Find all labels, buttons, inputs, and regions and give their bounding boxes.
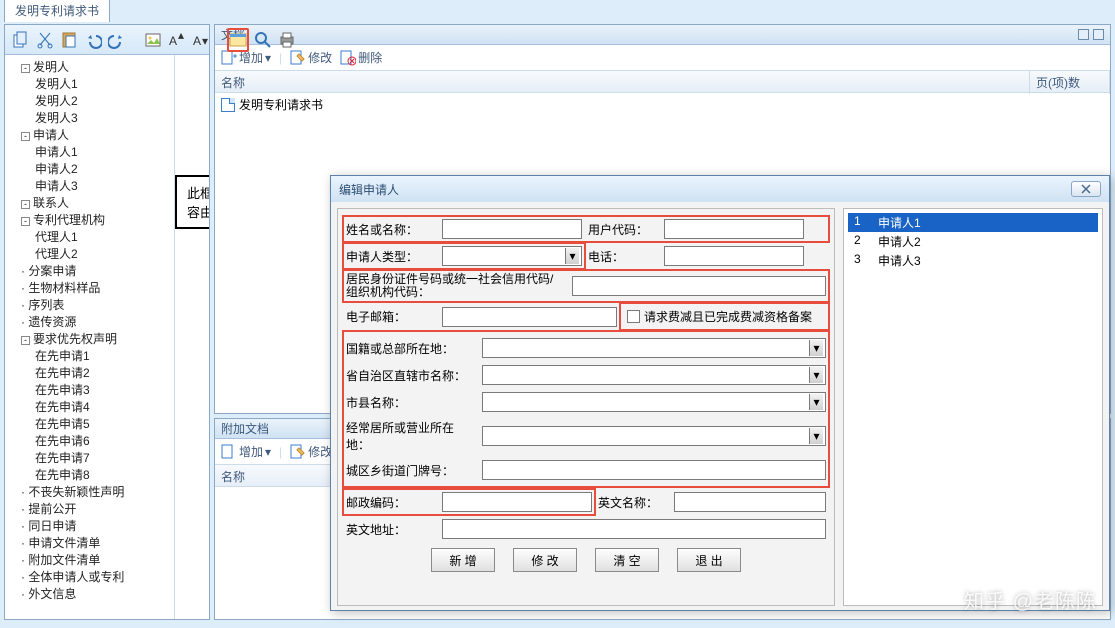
print-icon[interactable]: [277, 28, 297, 52]
paste-icon[interactable]: [59, 28, 79, 52]
name-field[interactable]: [442, 219, 582, 239]
residence-select[interactable]: ▾: [482, 426, 826, 446]
svg-text:A: A: [193, 34, 201, 48]
form-pane: 姓名或名称： 用户代码： 申请人类型： ▾ 电话： 居民身份证件号码或统一社会信…: [337, 208, 835, 606]
toolbar: A▴ A▾: [5, 25, 209, 55]
list-item[interactable]: 3申请人3: [848, 251, 1098, 270]
document-view: 如申请人数量超过3个，则需点击此按键，添加申请人信息。 发明专利请求书 代理机构…: [175, 55, 209, 619]
street-field[interactable]: [482, 460, 826, 480]
exit-button[interactable]: 退 出: [677, 548, 741, 572]
type-select[interactable]: ▾: [442, 246, 582, 266]
fee-checkbox-row[interactable]: 请求费减且已完成费减资格备案: [623, 306, 826, 327]
english-name-field[interactable]: [674, 492, 826, 512]
svg-text:▴: ▴: [178, 31, 184, 42]
search-icon[interactable]: [253, 28, 273, 52]
edit-applicant-dialog: 编辑申请人 姓名或名称： 用户代码： 申请人类型： ▾ 电话： 居民身份证件号码…: [330, 175, 1110, 611]
edit-button[interactable]: 修改: [290, 49, 332, 66]
image-icon[interactable]: [143, 28, 163, 52]
clear-button[interactable]: 清 空: [595, 548, 659, 572]
dialog-title: 编辑申请人: [339, 181, 399, 198]
applicant-list[interactable]: 1申请人1 2申请人2 3申请人3: [843, 208, 1103, 606]
usercode-field[interactable]: [664, 219, 804, 239]
city-select[interactable]: ▾: [482, 392, 826, 412]
tree-view[interactable]: -发明人 发明人1发明人2发明人3 -申请人 申请人1申请人2申请人3 -联系人…: [5, 55, 175, 619]
list-item[interactable]: 发明专利请求书: [215, 93, 1110, 116]
province-select[interactable]: ▾: [482, 365, 826, 385]
font-decrease-icon[interactable]: A▾: [191, 28, 211, 52]
attachment-panel-title: 附加文档: [221, 420, 269, 437]
corner-note: 此框内容由国: [175, 175, 209, 229]
copy-icon[interactable]: [11, 28, 31, 52]
zip-field[interactable]: [442, 492, 592, 512]
editor-area: A▴ A▾ -发明人 发明人1发明人2发明人3 -申请人 申请人1申请人2申请人…: [4, 24, 210, 620]
annotation-note: 如申请人数量超过3个，则需点击此按键，添加申请人信息。: [175, 75, 179, 103]
svg-text:A: A: [169, 34, 177, 48]
redo-icon[interactable]: [107, 28, 127, 52]
add-button[interactable]: 新 增: [431, 548, 495, 572]
english-address-field[interactable]: [442, 519, 826, 539]
document-icon: [221, 98, 235, 112]
close-icon[interactable]: [1071, 181, 1101, 197]
tel-field[interactable]: [664, 246, 804, 266]
email-field[interactable]: [442, 307, 617, 327]
edit-button[interactable]: 修改: [290, 443, 332, 460]
svg-text:▾: ▾: [202, 34, 208, 48]
list-item[interactable]: 1申请人1: [848, 213, 1098, 232]
undo-icon[interactable]: [83, 28, 103, 52]
checkbox-icon[interactable]: [627, 310, 640, 323]
doc-list-header: 名称页(项)数: [215, 71, 1110, 93]
add-applicant-icon[interactable]: [227, 28, 249, 52]
edit-button[interactable]: 修 改: [513, 548, 577, 572]
list-item[interactable]: 2申请人2: [848, 232, 1098, 251]
panel-close-icon[interactable]: [1093, 29, 1104, 40]
font-increase-icon[interactable]: A▴: [167, 28, 187, 52]
cut-icon[interactable]: [35, 28, 55, 52]
delete-button[interactable]: 删除: [340, 49, 382, 66]
app-tab[interactable]: 发明专利请求书: [4, 0, 110, 22]
nation-select[interactable]: ▾: [482, 338, 826, 358]
add-button[interactable]: 增加 ▾: [221, 49, 271, 66]
panel-min-icon[interactable]: [1078, 29, 1089, 40]
idcode-field[interactable]: [572, 276, 826, 296]
add-button[interactable]: 增加 ▾: [221, 443, 271, 460]
